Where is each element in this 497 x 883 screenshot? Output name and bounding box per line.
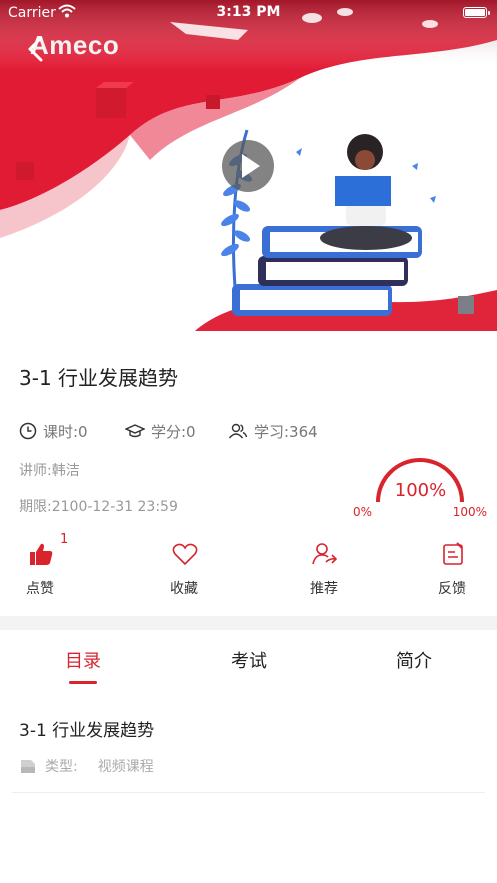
heart-icon: [172, 543, 198, 566]
active-tab-indicator: [69, 681, 97, 684]
course-title: 3-1 行业发展趋势: [19, 366, 179, 390]
video-file-icon: [21, 760, 35, 773]
like-label: 点赞: [26, 581, 54, 597]
recommend-label: 推荐: [310, 581, 338, 597]
tab-catalog[interactable]: 目录: [23, 647, 143, 673]
status-bar: Carrier 3:13 PM: [0, 0, 497, 26]
favorite-button[interactable]: 收藏: [144, 535, 224, 605]
edit-note-icon: [443, 542, 463, 565]
catalog-item-type: 类型: 视频课程: [19, 756, 154, 776]
tab-exam[interactable]: 考试: [189, 647, 309, 673]
clock-icon: [19, 422, 37, 440]
graduation-cap-icon: [125, 424, 145, 438]
users-icon: [228, 423, 248, 439]
feedback-label: 反馈: [438, 581, 466, 597]
favorite-label: 收藏: [170, 581, 198, 597]
catalog-item-title[interactable]: 3-1 行业发展趋势: [19, 716, 154, 741]
like-button[interactable]: 1 点赞: [0, 532, 80, 605]
stat-credits-text: 学分:0: [151, 422, 196, 441]
play-button[interactable]: [222, 140, 274, 192]
progress-max-label: 100%: [452, 505, 487, 519]
battery-icon: [463, 7, 490, 18]
stat-credits: 学分:0: [125, 420, 196, 442]
stat-learners-text: 学习:364: [254, 422, 318, 441]
feedback-button[interactable]: 反馈: [412, 535, 492, 605]
type-value: 视频课程: [97, 759, 154, 775]
recommend-button[interactable]: 推荐: [284, 535, 364, 605]
share-user-icon: [312, 543, 338, 565]
stat-hours: 课时:0: [19, 420, 88, 442]
chevron-left-icon: [28, 36, 43, 62]
course-tabs: 目录 考试 简介: [0, 630, 497, 688]
deadline-label: 期限:2100-12-31 23:59: [19, 499, 178, 515]
stat-learners: 学习:364: [228, 420, 318, 442]
back-button[interactable]: [22, 34, 52, 64]
clock: 3:13 PM: [216, 4, 281, 20]
thumbs-up-icon: [30, 543, 53, 565]
progress-value: 100%: [394, 480, 447, 501]
lecturer-label: 讲师:韩洁: [19, 463, 80, 479]
tab-intro[interactable]: 简介: [354, 647, 474, 673]
progress-gauge: 100% 0% 100%: [348, 452, 493, 522]
action-bar: 1 点赞 收藏 推荐 反馈: [0, 532, 497, 605]
progress-min-label: 0%: [353, 505, 373, 519]
like-count-badge: 1: [60, 532, 69, 547]
type-label: 类型:: [45, 759, 78, 775]
stat-hours-text: 课时:0: [43, 422, 88, 441]
section-divider: [0, 616, 497, 630]
list-divider: [12, 792, 485, 793]
